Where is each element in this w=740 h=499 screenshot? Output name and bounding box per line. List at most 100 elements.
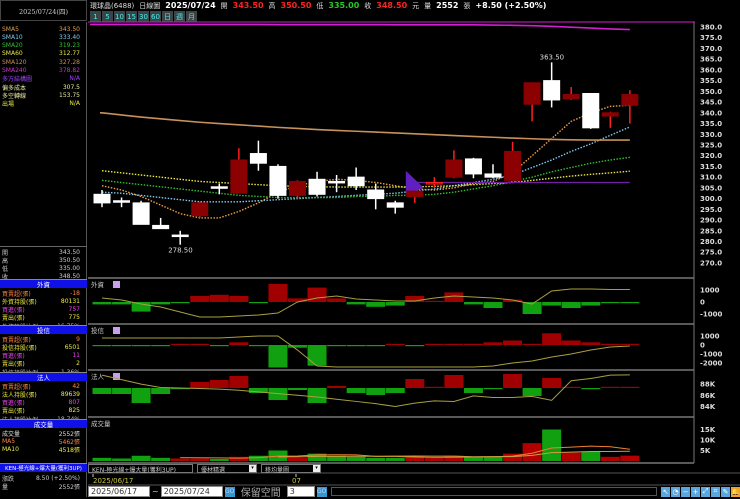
candle	[406, 190, 424, 203]
y-tick-label: 270.0	[700, 259, 722, 267]
panel-bar	[444, 375, 464, 388]
reserve-space-input[interactable]: 3	[286, 486, 315, 497]
panel-tick-label: 0	[700, 342, 705, 350]
panel-bar	[405, 379, 425, 388]
panel-bar	[170, 458, 190, 461]
candle-body	[523, 82, 541, 105]
candle-body	[601, 112, 619, 117]
tool-icons: ↖ ◔ − + ⤢ ⌗ ✎ 🔔	[661, 486, 740, 497]
panel-bar	[112, 345, 132, 347]
volume-chart-select[interactable]: 移均量圖 ▾	[261, 463, 321, 474]
panel-bar	[600, 343, 620, 345]
panel-bar	[483, 388, 503, 390]
panel-bar	[288, 388, 307, 390]
panel-bar	[405, 345, 425, 347]
panel-tick-label: 86K	[700, 392, 716, 400]
panel-bar	[346, 456, 366, 461]
panel-bar	[209, 380, 229, 388]
panel-bar	[542, 429, 562, 461]
panel-bar	[131, 455, 151, 461]
panel-tick-label: 0	[700, 299, 705, 307]
strategy-bar: KEN-極光線+爆大量(獲利3UP) 優材精選 ▾ 移均量圖 ▾	[88, 463, 321, 474]
candle-body	[347, 176, 365, 187]
candle	[582, 92, 600, 129]
y-tick-label: 335.0	[700, 120, 722, 128]
stock-chart[interactable]: 380.0 375.0 370.0 365.0 360.0 355.0 350.0 345.0…	[0, 0, 740, 497]
panel-bar	[542, 302, 562, 306]
candle	[230, 148, 248, 194]
crosshair-icon[interactable]: ⌗	[711, 486, 720, 497]
ma-line-sma20	[101, 156, 630, 199]
date-axis-label: 07	[292, 477, 301, 485]
ma-line-sma5	[101, 104, 630, 219]
y-tick-label: 365.0	[700, 56, 722, 64]
y-tick-label: 325.0	[700, 141, 722, 149]
candle-body	[152, 224, 170, 230]
panel-tick-label: 88K	[700, 381, 716, 389]
candle	[113, 197, 131, 208]
candle	[289, 180, 306, 199]
panel-bar	[92, 388, 112, 394]
panel-bar	[151, 302, 171, 305]
end-date-input[interactable]: 2025/07/24	[160, 486, 223, 497]
panel-tick-label: 84K	[700, 403, 716, 411]
panel-settings-icon	[113, 327, 120, 334]
panel-tick-label: 1000	[700, 333, 720, 341]
panel-bar	[112, 458, 132, 461]
plus-icon[interactable]: +	[691, 486, 700, 497]
candle-body	[308, 178, 326, 195]
y-tick-label: 320.0	[700, 152, 722, 160]
ma-line-sma120	[100, 112, 630, 141]
panel-bar	[483, 342, 503, 345]
panel-bar	[170, 302, 190, 304]
scroll-bar[interactable]	[330, 487, 657, 496]
candle	[562, 87, 580, 100]
candle-body	[249, 153, 267, 164]
y-tick-label: 295.0	[700, 206, 722, 214]
panel-bar	[229, 456, 249, 461]
candle-body	[406, 190, 424, 197]
candle	[621, 90, 639, 124]
ma-line-sma60	[101, 170, 630, 188]
pointer-icon[interactable]: ↖	[661, 486, 670, 497]
zoom-fit-icon[interactable]: ⤢	[701, 486, 710, 497]
y-tick-label: 290.0	[700, 217, 722, 225]
candle-body	[543, 80, 561, 101]
date-go-button[interactable]: GO	[224, 486, 235, 497]
candle-body	[425, 182, 443, 185]
candle	[601, 111, 619, 128]
panel-bar	[483, 302, 503, 308]
candle-body	[562, 94, 580, 100]
pen-icon[interactable]: ✎	[721, 486, 730, 497]
panel-bar	[483, 456, 503, 461]
panel-bar	[307, 345, 327, 366]
candle	[504, 141, 522, 181]
panel-bar	[424, 386, 444, 388]
clock-icon[interactable]: ◔	[671, 486, 680, 497]
candle-body	[445, 159, 463, 178]
panel-bar	[385, 302, 405, 306]
panel-tick-label: 10K	[700, 437, 716, 445]
bell-icon[interactable]: 🔔	[731, 486, 740, 497]
date-axis-label: 2025/06/17	[93, 477, 133, 485]
candle-body	[504, 150, 522, 181]
panel-bar	[151, 457, 171, 461]
candle-body	[328, 180, 346, 184]
panel-bar	[581, 388, 601, 390]
panel-bar	[620, 343, 640, 345]
panel-bar	[151, 345, 171, 347]
panel-bar	[385, 457, 405, 461]
minus-icon[interactable]: −	[681, 486, 690, 497]
start-date-input[interactable]: 2025/06/17	[88, 486, 150, 497]
chevron-down-icon[interactable]: ▾	[249, 464, 256, 472]
panel-bar	[385, 388, 405, 393]
reserve-go-button[interactable]: GO	[316, 486, 327, 497]
panel-bar	[209, 458, 229, 461]
strategy-label[interactable]: KEN-極光線+爆大量(獲利3UP)	[88, 463, 193, 474]
panel-bar	[620, 455, 640, 461]
chevron-down-icon[interactable]: ▾	[313, 464, 320, 472]
strategy-select[interactable]: 優材精選 ▾	[197, 463, 257, 474]
panel-bar	[92, 345, 112, 347]
panel-bar	[190, 296, 210, 302]
panel-bar	[444, 343, 464, 345]
